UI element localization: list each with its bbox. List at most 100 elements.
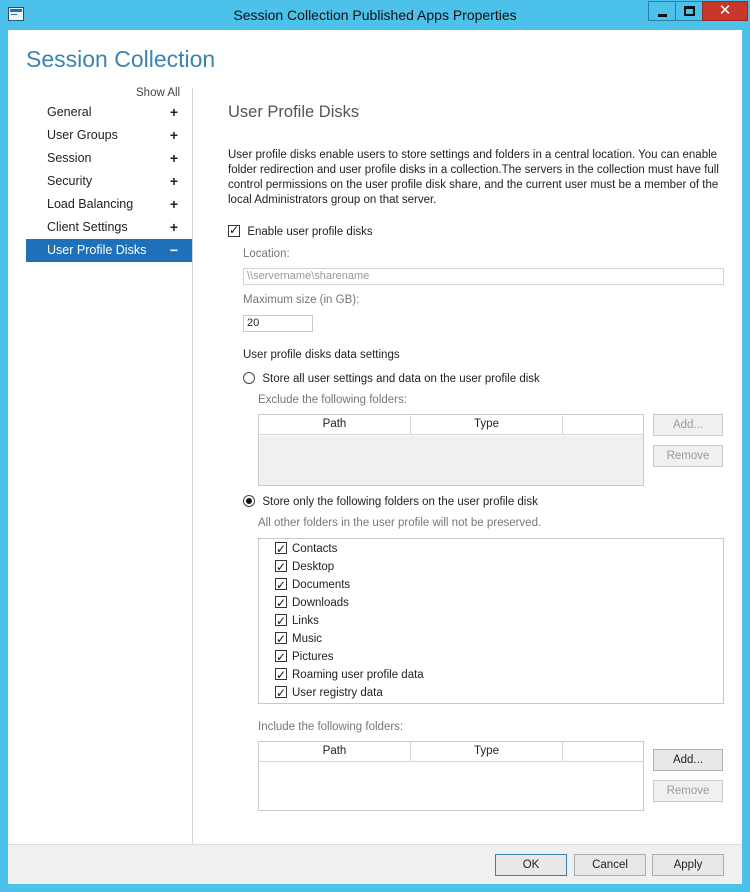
enable-upd-label: Enable user profile disks bbox=[247, 226, 373, 238]
exclude-remove-button[interactable]: Remove bbox=[653, 445, 723, 467]
expand-plus-icon[interactable]: + bbox=[170, 147, 178, 170]
folder-checkbox[interactable] bbox=[275, 594, 287, 612]
section-title: User Profile Disks bbox=[228, 103, 360, 121]
list-item[interactable]: Downloads bbox=[259, 594, 723, 612]
maximize-button[interactable] bbox=[675, 1, 703, 21]
close-icon: ✕ bbox=[718, 2, 732, 19]
sidebar-item-label: Client Settings bbox=[47, 220, 128, 234]
ok-button[interactable]: OK bbox=[495, 854, 567, 876]
column-header-blank bbox=[563, 415, 644, 435]
column-header-type[interactable]: Type bbox=[411, 415, 563, 435]
column-header-path[interactable]: Path bbox=[259, 415, 411, 435]
max-size-input[interactable]: 20 bbox=[243, 315, 313, 332]
folder-label: Downloads bbox=[292, 597, 349, 609]
list-item[interactable]: Pictures bbox=[259, 648, 723, 666]
window-title: Session Collection Published Apps Proper… bbox=[233, 7, 517, 23]
expand-plus-icon[interactable]: + bbox=[170, 193, 178, 216]
sidebar-item-label: Security bbox=[47, 174, 93, 188]
sidebar-item-label: Session bbox=[47, 151, 92, 165]
exclude-folders-label: Exclude the following folders: bbox=[258, 394, 407, 406]
minimize-button[interactable] bbox=[648, 1, 676, 21]
folder-label: Pictures bbox=[292, 651, 334, 663]
data-settings-label: User profile disks data settings bbox=[243, 349, 400, 361]
page-title: Session Collection bbox=[26, 46, 216, 72]
enable-upd-row[interactable]: Enable user profile disks bbox=[228, 223, 373, 238]
collapse-minus-icon[interactable]: − bbox=[170, 239, 178, 262]
exclude-add-button[interactable]: Add... bbox=[653, 414, 723, 436]
store-only-option[interactable]: Store only the following folders on the … bbox=[243, 494, 538, 508]
column-header-blank bbox=[563, 742, 644, 762]
cancel-button[interactable]: Cancel bbox=[574, 854, 646, 876]
sidebar-item-label: User Profile Disks bbox=[47, 243, 147, 257]
folder-label: User registry data bbox=[292, 687, 383, 699]
folder-label: Documents bbox=[292, 579, 351, 591]
expand-plus-icon[interactable]: + bbox=[170, 170, 178, 193]
folder-label: Contacts bbox=[292, 543, 338, 555]
folder-checkbox[interactable] bbox=[275, 612, 287, 630]
list-item[interactable]: User registry data bbox=[259, 684, 723, 702]
maximize-icon bbox=[684, 6, 695, 16]
sidebar-item-security[interactable]: Security + bbox=[26, 170, 192, 193]
list-item[interactable]: Links bbox=[259, 612, 723, 630]
location-input[interactable]: \\servername\sharename bbox=[243, 268, 724, 285]
store-only-label: Store only the following folders on the … bbox=[262, 496, 538, 508]
enable-upd-checkbox[interactable] bbox=[228, 223, 240, 237]
column-header-type[interactable]: Type bbox=[411, 742, 563, 762]
grid-header: Path Type bbox=[259, 742, 643, 762]
folder-checkbox[interactable] bbox=[275, 630, 287, 648]
apply-button[interactable]: Apply bbox=[652, 854, 724, 876]
list-item[interactable]: Desktop bbox=[259, 558, 723, 576]
list-item[interactable]: Music bbox=[259, 630, 723, 648]
minimize-icon bbox=[658, 14, 667, 17]
expand-plus-icon[interactable]: + bbox=[170, 124, 178, 147]
store-only-radio[interactable] bbox=[243, 495, 255, 507]
store-only-note: All other folders in the user profile wi… bbox=[258, 517, 542, 529]
grid-header: Path Type bbox=[259, 415, 643, 435]
folder-checkbox[interactable] bbox=[275, 540, 287, 558]
sidebar-item-load-balancing[interactable]: Load Balancing + bbox=[26, 193, 192, 216]
sidebar-item-label: User Groups bbox=[47, 128, 118, 142]
include-folders-grid[interactable]: Path Type bbox=[258, 741, 644, 811]
folder-checklist: Contacts Desktop Documents Downloads Lin… bbox=[258, 538, 724, 704]
folder-label: Desktop bbox=[292, 561, 335, 573]
include-remove-button[interactable]: Remove bbox=[653, 780, 723, 802]
column-header-path[interactable]: Path bbox=[259, 742, 411, 762]
folder-label: Music bbox=[292, 633, 323, 645]
nav-divider bbox=[192, 88, 193, 848]
grid-body bbox=[259, 763, 643, 810]
folder-label: Links bbox=[292, 615, 319, 627]
folder-checkbox[interactable] bbox=[275, 666, 287, 684]
expand-plus-icon[interactable]: + bbox=[170, 101, 178, 124]
include-add-button[interactable]: Add... bbox=[653, 749, 723, 771]
folder-checkbox[interactable] bbox=[275, 684, 287, 702]
list-item[interactable]: Contacts bbox=[259, 540, 723, 558]
folder-checkbox[interactable] bbox=[275, 558, 287, 576]
folder-label: Roaming user profile data bbox=[292, 669, 424, 681]
grid-body bbox=[259, 436, 643, 485]
location-label: Location: bbox=[243, 248, 290, 260]
list-item[interactable]: Documents bbox=[259, 576, 723, 594]
sidebar-item-client-settings[interactable]: Client Settings + bbox=[26, 216, 192, 239]
dialog-client-area: Session Collection Show All General + Us… bbox=[8, 30, 742, 884]
dialog-footer: OK Cancel Apply bbox=[8, 844, 742, 884]
include-folders-label: Include the following folders: bbox=[258, 721, 404, 733]
store-all-radio[interactable] bbox=[243, 372, 255, 384]
close-button[interactable]: ✕ bbox=[702, 1, 748, 21]
sidebar-item-label: Load Balancing bbox=[47, 197, 134, 211]
sidebar-item-user-groups[interactable]: User Groups + bbox=[26, 124, 192, 147]
store-all-option[interactable]: Store all user settings and data on the … bbox=[243, 371, 540, 385]
section-description: User profile disks enable users to store… bbox=[228, 149, 719, 206]
sidebar-item-session[interactable]: Session + bbox=[26, 147, 192, 170]
list-item[interactable]: Roaming user profile data bbox=[259, 666, 723, 684]
exclude-folders-grid[interactable]: Path Type bbox=[258, 414, 644, 486]
folder-checkbox[interactable] bbox=[275, 576, 287, 594]
folder-checkbox[interactable] bbox=[275, 648, 287, 666]
show-all-link[interactable]: Show All bbox=[136, 87, 180, 99]
sidebar-item-user-profile-disks[interactable]: User Profile Disks − bbox=[26, 239, 192, 262]
sidebar-item-general[interactable]: General + bbox=[26, 101, 192, 124]
title-bar: Session Collection Published Apps Proper… bbox=[0, 0, 750, 30]
expand-plus-icon[interactable]: + bbox=[170, 216, 178, 239]
sidebar-nav: General + User Groups + Session + Securi… bbox=[26, 101, 192, 262]
max-size-label: Maximum size (in GB): bbox=[243, 294, 360, 306]
sidebar-item-label: General bbox=[47, 105, 92, 119]
